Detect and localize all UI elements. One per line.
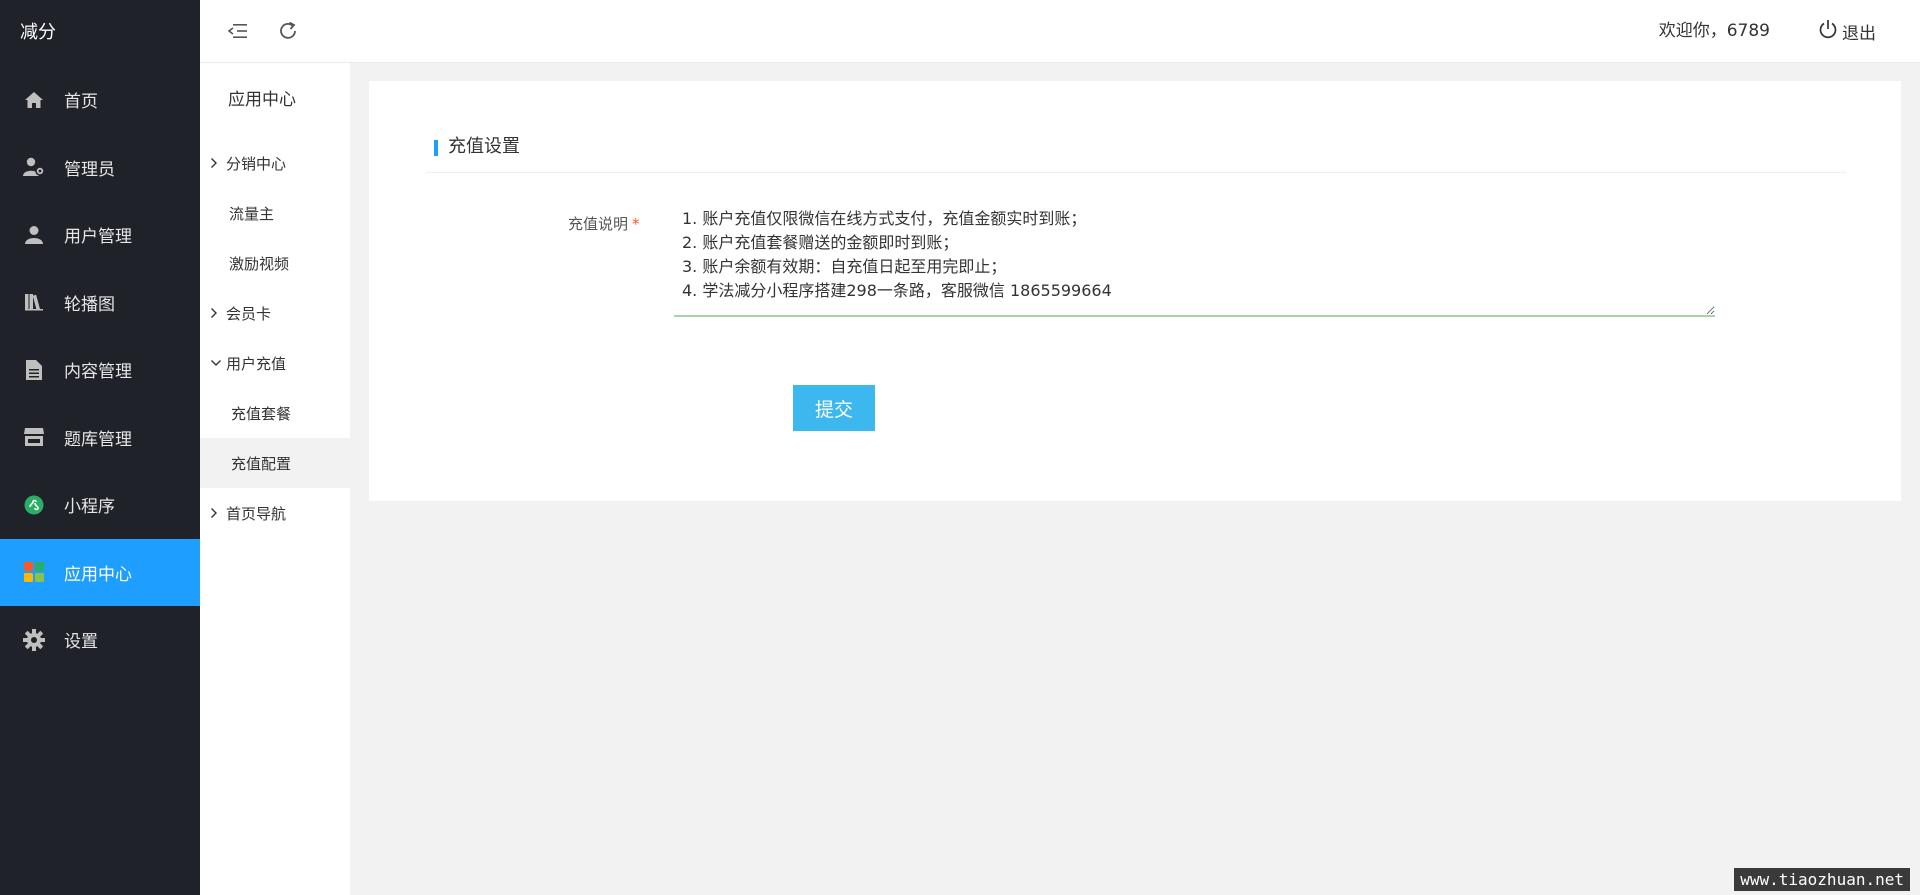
sidebar-item-admin[interactable]: 管理员 (0, 134, 200, 202)
submenu-item-label: 激励视频 (229, 254, 290, 273)
recharge-description-textarea[interactable]: 1. 账户充值仅限微信在线方式支付，充值金额实时到账； 2. 账户充值套餐赠送的… (674, 203, 1715, 317)
document-icon (22, 358, 46, 382)
submenu-item-label: 充值配置 (231, 454, 292, 473)
submenu-item-label: 用户充值 (226, 354, 287, 373)
sidebar-item-label: 用户管理 (64, 227, 132, 248)
secondary-menu: 应用中心 分销中心 流量主 激励视频 会员卡 用户充值 充值套餐 充值配置 首页… (200, 63, 350, 895)
submenu-title: 应用中心 (228, 90, 296, 110)
sidebar-item-label: 小程序 (64, 497, 115, 518)
sidebar-item-label: 管理员 (64, 159, 115, 180)
main-sidebar: 减分 首页 管理员 用户管理 轮播图 内容管理 题库管理 小程序 应用中心 设置 (0, 0, 200, 895)
sidebar-item-mini-program[interactable]: 小程序 (0, 471, 200, 539)
sidebar-item-label: 题库管理 (64, 429, 132, 450)
logout-button[interactable]: 退出 (1818, 0, 1876, 63)
sidebar-item-question-bank[interactable]: 题库管理 (0, 404, 200, 472)
welcome-text: 欢迎你，6789 (1658, 21, 1770, 41)
submenu-item-traffic-owner[interactable]: 流量主 (200, 188, 350, 238)
sidebar-item-home[interactable]: 首页 (0, 66, 200, 134)
recharge-description-label: 充值说明 * (568, 213, 640, 234)
books-icon (22, 290, 46, 314)
submenu-item-reward-video[interactable]: 激励视频 (200, 238, 350, 288)
sidebar-item-label: 轮播图 (64, 294, 115, 315)
sidebar-item-settings[interactable]: 设置 (0, 606, 200, 674)
submenu-item-distribution[interactable]: 分销中心 (200, 138, 350, 188)
mini-program-icon (22, 493, 46, 517)
section-accent-bar (434, 140, 438, 156)
sidebar-item-content-management[interactable]: 内容管理 (0, 336, 200, 404)
sidebar-item-app-center[interactable]: 应用中心 (0, 538, 200, 606)
section-header: 充值设置 (426, 131, 1846, 173)
submenu-item-member-card[interactable]: 会员卡 (200, 288, 350, 338)
top-bar: 欢迎你，6789 退出 (200, 0, 1920, 63)
submit-button[interactable]: 提交 (793, 385, 875, 431)
sidebar-item-user-management[interactable]: 用户管理 (0, 201, 200, 269)
submenu-item-label: 会员卡 (226, 304, 272, 323)
chevron-right-icon (210, 307, 226, 319)
submenu-item-label: 首页导航 (226, 504, 287, 523)
admin-user-icon (22, 155, 46, 179)
watermark-text: www.tiaozhuan.net (1734, 868, 1910, 891)
home-icon (22, 88, 46, 112)
sidebar-item-label: 首页 (64, 92, 98, 113)
sidebar-item-label: 应用中心 (64, 564, 132, 585)
brand-logo-text: 减分 (20, 22, 56, 43)
gear-icon (22, 628, 46, 652)
submenu-item-label: 分销中心 (226, 154, 287, 173)
refresh-icon[interactable] (276, 19, 300, 43)
sidebar-item-carousel[interactable]: 轮播图 (0, 269, 200, 337)
required-mark: * (632, 215, 640, 233)
menu-collapse-icon[interactable] (226, 19, 250, 43)
chevron-right-icon (210, 507, 226, 519)
chevron-right-icon (210, 157, 226, 169)
user-icon (22, 223, 46, 247)
section-title: 充值设置 (448, 136, 520, 157)
label-text: 充值说明 (568, 215, 629, 233)
sidebar-item-label: 内容管理 (64, 362, 132, 383)
power-icon (1818, 19, 1842, 44)
submenu-item-label: 充值套餐 (231, 404, 292, 423)
submenu-item-recharge-config[interactable]: 充值配置 (200, 438, 350, 488)
submenu-item-home-nav[interactable]: 首页导航 (200, 488, 350, 538)
sidebar-item-label: 设置 (64, 632, 98, 653)
submenu-item-user-recharge[interactable]: 用户充值 (200, 338, 350, 388)
recharge-settings-card: 充值设置 充值说明 * 1. 账户充值仅限微信在线方式支付，充值金额实时到账； 2… (369, 81, 1901, 501)
submenu-item-label: 流量主 (229, 204, 275, 223)
chevron-down-icon (210, 359, 226, 367)
app-grid-icon (22, 560, 46, 584)
submenu-item-recharge-package[interactable]: 充值套餐 (200, 388, 350, 438)
store-icon (22, 425, 46, 449)
logout-label: 退出 (1842, 24, 1876, 44)
